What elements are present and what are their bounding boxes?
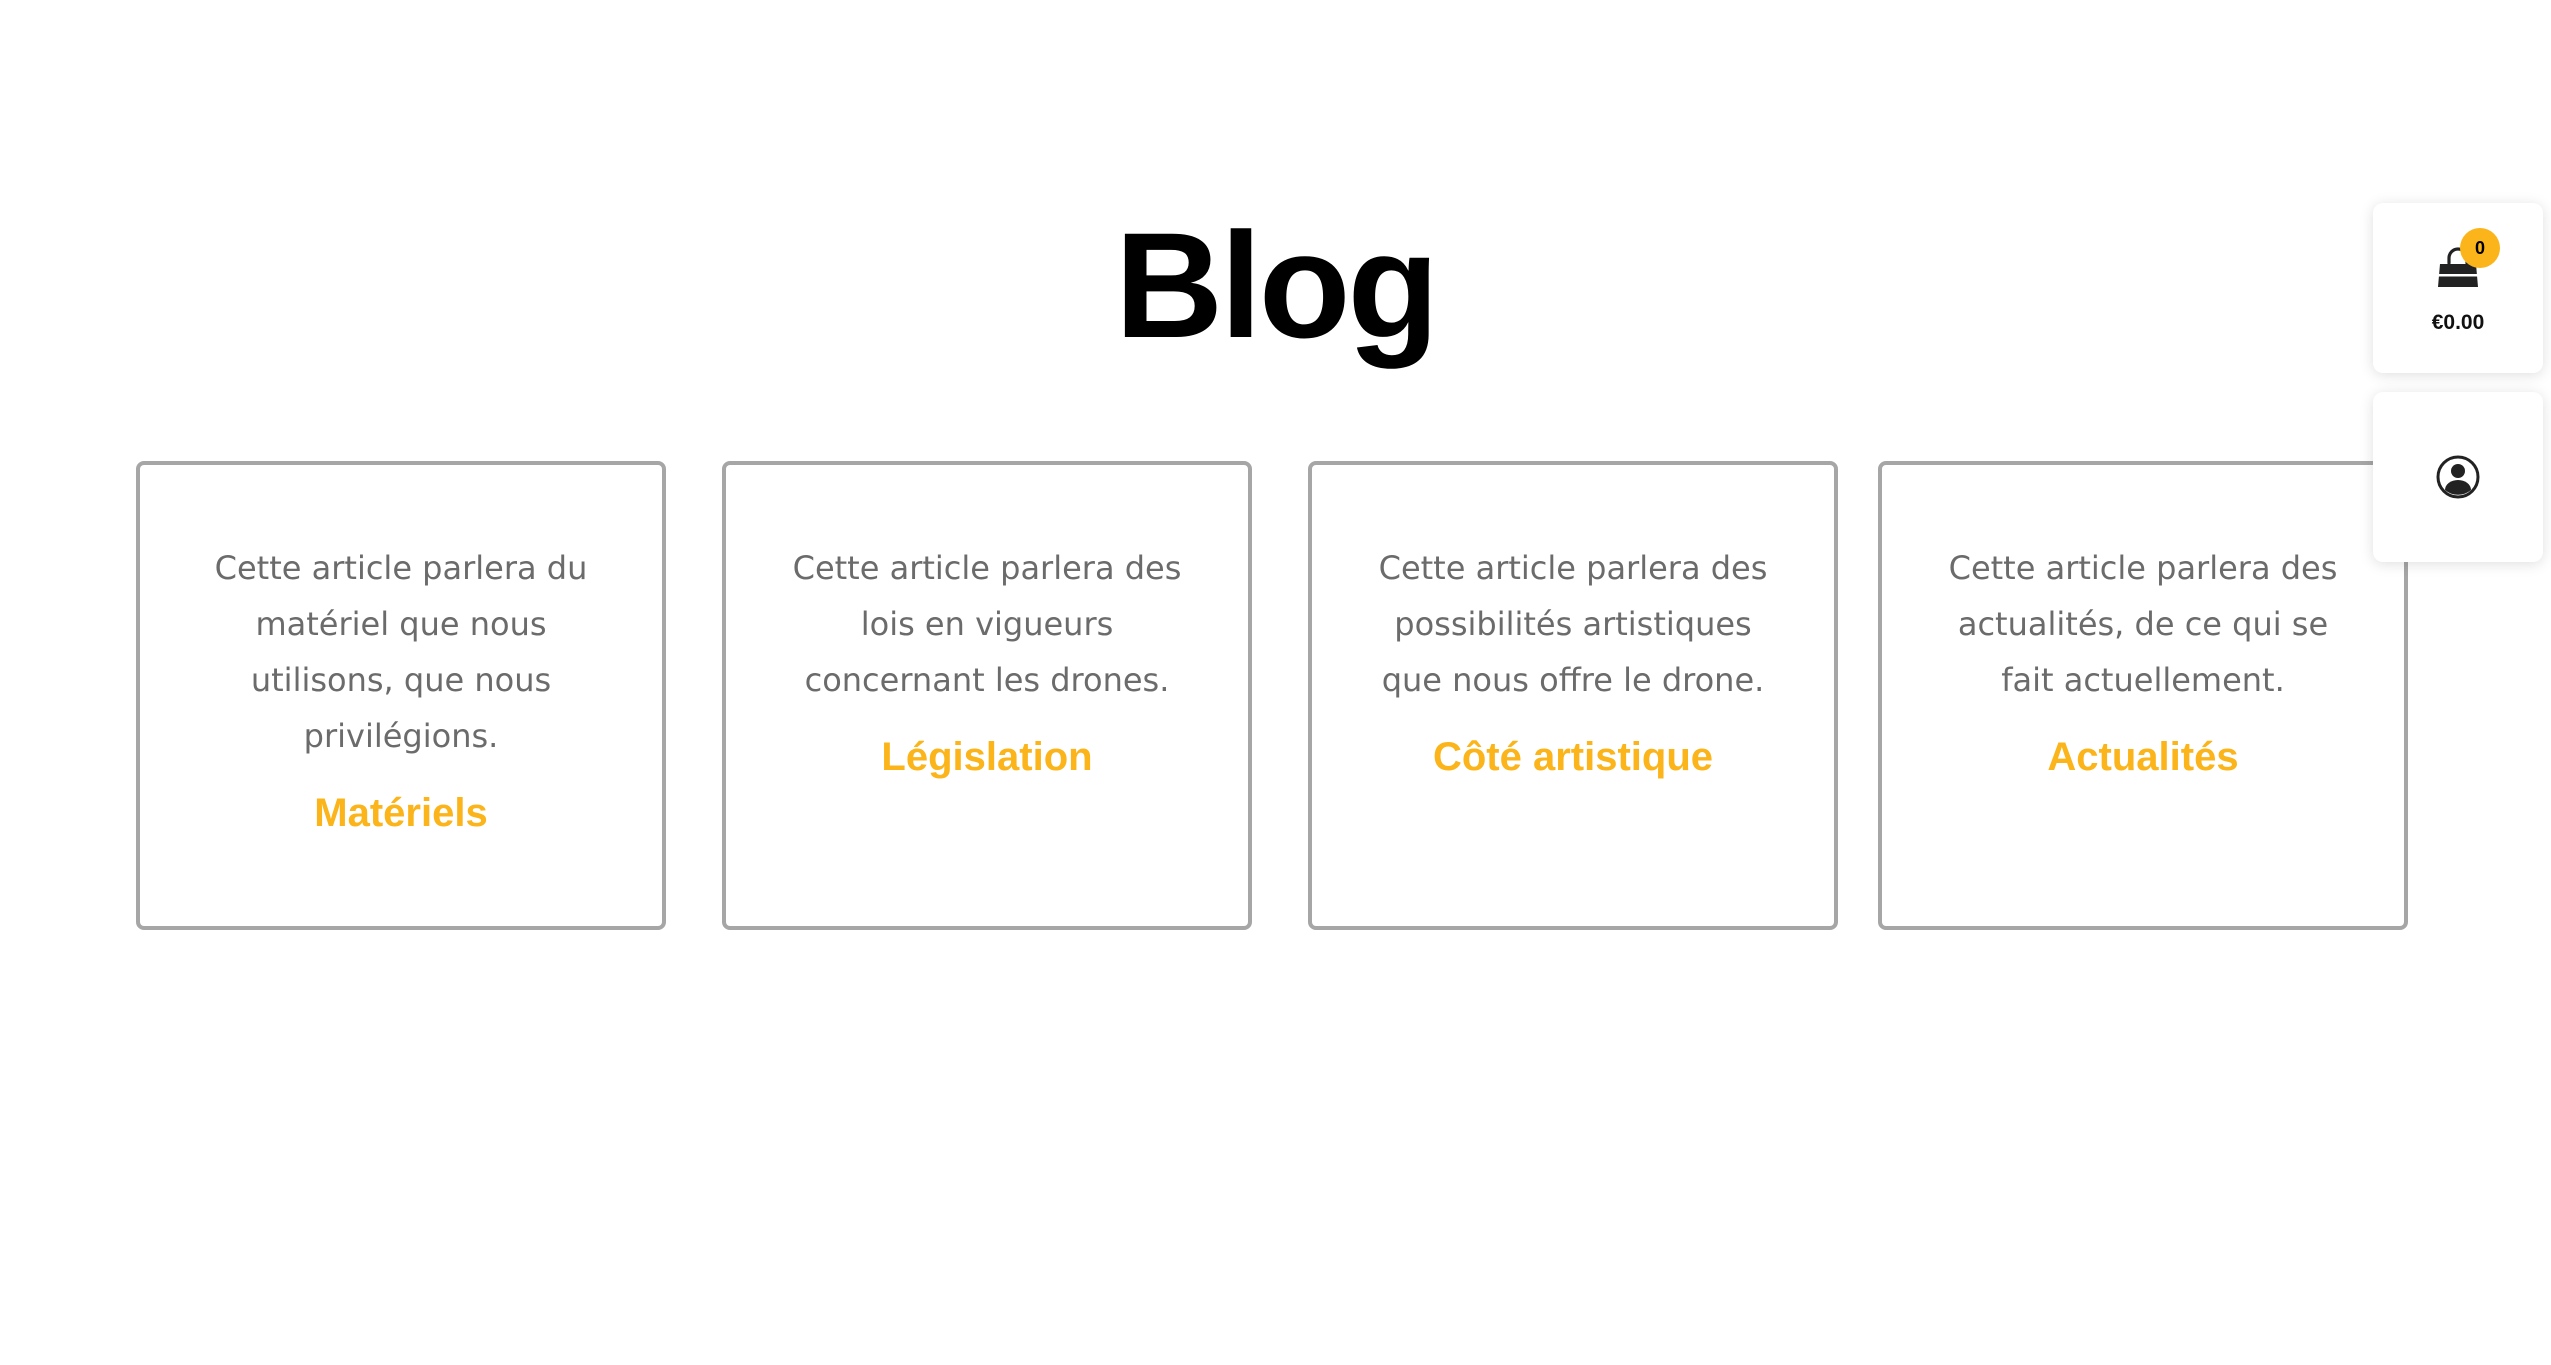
article-card-materiels: Cette article parlera du matériel que no…: [136, 461, 666, 930]
user-circle-icon: [2436, 455, 2480, 499]
article-card-actualites: Cette article parlera des actualités, de…: [1878, 461, 2408, 930]
article-excerpt: Cette article parlera des possibilités a…: [1378, 549, 1768, 699]
cart-total: €0.00: [2431, 311, 2485, 334]
page-title: Blog: [1114, 201, 1439, 369]
article-card-cote-artistique: Cette article parlera des possibilités a…: [1308, 461, 1838, 930]
account-button[interactable]: [2373, 392, 2543, 562]
article-excerpt: Cette article parlera du matériel que no…: [214, 549, 588, 755]
article-link-cote-artistique[interactable]: Côté artistique: [1312, 732, 1834, 782]
cart-button[interactable]: 0 €0.00: [2373, 203, 2543, 373]
article-link-legislation[interactable]: Législation: [726, 732, 1248, 782]
article-card-legislation: Cette article parlera des lois en vigueu…: [722, 461, 1252, 930]
article-link-materiels[interactable]: Matériels: [140, 788, 662, 838]
article-link-actualites[interactable]: Actualités: [1882, 732, 2404, 782]
article-excerpt: Cette article parlera des actualités, de…: [1948, 549, 2338, 699]
article-excerpt: Cette article parlera des lois en vigueu…: [792, 549, 1182, 699]
cart-count-badge: 0: [2460, 228, 2500, 268]
blog-page: Blog Cette article parlera du matériel q…: [0, 0, 2551, 1365]
